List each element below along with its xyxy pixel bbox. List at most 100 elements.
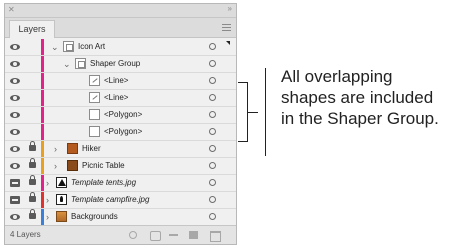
layer-color-bar [41,124,44,140]
layer-row-backgrounds[interactable]: › Backgrounds [5,209,236,226]
callout-connector [248,112,258,113]
layer-name: Shaper Group [90,59,141,68]
target-icon[interactable] [209,111,216,118]
eye-icon [10,163,20,169]
layer-color-bar [41,158,44,174]
line-thumb-icon [89,75,100,86]
eye-icon [10,129,20,135]
chevron-right-icon[interactable]: › [46,177,49,189]
lock-icon[interactable] [29,175,36,185]
callout-text: All overlapping shapes are included in t… [281,66,471,129]
eye-icon [10,146,20,152]
trash-icon[interactable] [210,231,221,242]
chevron-right-icon[interactable]: › [46,194,49,206]
selection-corner-icon [226,41,230,45]
panel-titlebar: ✕ » [5,4,236,18]
layer-row-shaper-group[interactable]: ⌄ Shaper Group [5,56,236,73]
template-icon [10,196,20,204]
layer-name: <Polygon> [104,110,143,119]
picnic-table-thumb-icon [67,160,78,171]
lock-icon[interactable] [29,141,36,151]
layer-row-line[interactable]: <Line> [5,73,236,90]
layers-panel: ✕ » Layers ⌄ Icon Art ⌄ Shaper Group <Li… [4,3,237,245]
layer-row-line[interactable]: <Line> [5,90,236,107]
visibility-toggle[interactable] [5,158,25,174]
lock-icon[interactable] [29,209,36,219]
target-icon[interactable] [209,179,216,186]
target-icon[interactable] [209,77,216,84]
visibility-toggle[interactable] [5,209,25,225]
callout-line-3: in the Shaper Group. [281,109,439,128]
chevron-right-icon[interactable]: › [46,211,49,223]
layer-name: <Line> [104,93,129,102]
lock-icon[interactable] [29,158,36,168]
layer-row-template-tents[interactable]: › Template tents.jpg [5,175,236,192]
layer-row-template-campfire[interactable]: › Template campfire.jpg [5,192,236,209]
tab-layers[interactable]: Layers [9,20,55,38]
panel-tabbar: Layers [5,18,236,38]
backgrounds-thumb-icon [56,211,67,222]
target-icon[interactable] [209,196,216,203]
hiker-thumb-icon [67,143,78,154]
new-layer-icon[interactable] [189,231,198,239]
layer-count: 4 Layers [10,230,41,239]
visibility-toggle[interactable] [5,141,25,157]
target-icon[interactable] [209,43,216,50]
layer-name: Picnic Table [82,161,125,170]
visibility-toggle[interactable] [5,56,25,72]
target-icon[interactable] [209,145,216,152]
layer-row-icon-art[interactable]: ⌄ Icon Art [5,39,236,56]
layer-row-polygon[interactable]: <Polygon> [5,124,236,141]
clipping-mask-icon[interactable] [150,231,161,241]
layer-color-bar [41,73,44,89]
eye-icon [10,112,20,118]
callout-bracket [238,82,248,142]
layer-color-bar [41,107,44,123]
tent-thumb-icon [56,177,67,188]
template-toggle[interactable] [5,175,25,191]
callout-line [265,68,266,156]
collapse-icon[interactable]: » [228,4,233,14]
template-toggle[interactable] [5,192,25,208]
layer-color-bar [41,175,44,191]
visibility-toggle[interactable] [5,107,25,123]
layer-name: <Polygon> [104,127,143,136]
layer-row-polygon[interactable]: <Polygon> [5,107,236,124]
lock-icon[interactable] [29,192,36,202]
line-thumb-icon [89,92,100,103]
layer-name: Backgrounds [71,212,118,221]
target-icon[interactable] [209,94,216,101]
chevron-down-icon[interactable]: ⌄ [51,41,59,53]
visibility-toggle[interactable] [5,73,25,89]
layer-name: Hiker [82,144,101,153]
visibility-toggle[interactable] [5,90,25,106]
panel-footer: 4 Layers [5,225,236,244]
target-icon[interactable] [209,162,216,169]
layer-color-bar [41,56,44,72]
callout-line-1: All overlapping [281,67,393,86]
target-icon[interactable] [209,128,216,135]
layer-row-hiker[interactable]: › Hiker [5,141,236,158]
eye-icon [10,78,20,84]
layer-color-bar [41,192,44,208]
panel-menu-icon[interactable] [222,24,231,31]
chevron-down-icon[interactable]: ⌄ [63,58,71,70]
visibility-toggle[interactable] [5,39,25,55]
chevron-right-icon[interactable]: › [54,143,57,155]
eye-icon [10,44,20,50]
callout-line-2: shapes are included [281,88,434,107]
layer-name: Template tents.jpg [71,178,137,187]
layer-name: Template campfire.jpg [71,195,150,204]
move-to-layer-icon[interactable] [169,234,178,240]
polygon-thumb-icon [89,109,100,120]
layer-row-picnic-table[interactable]: › Picnic Table [5,158,236,175]
target-icon[interactable] [209,60,216,67]
target-icon[interactable] [209,213,216,220]
chevron-right-icon[interactable]: › [54,160,57,172]
search-icon[interactable] [129,231,137,239]
eye-icon [10,61,20,67]
close-icon[interactable]: ✕ [8,5,15,15]
polygon-thumb-icon [89,126,100,137]
eye-icon [10,214,20,220]
visibility-toggle[interactable] [5,124,25,140]
